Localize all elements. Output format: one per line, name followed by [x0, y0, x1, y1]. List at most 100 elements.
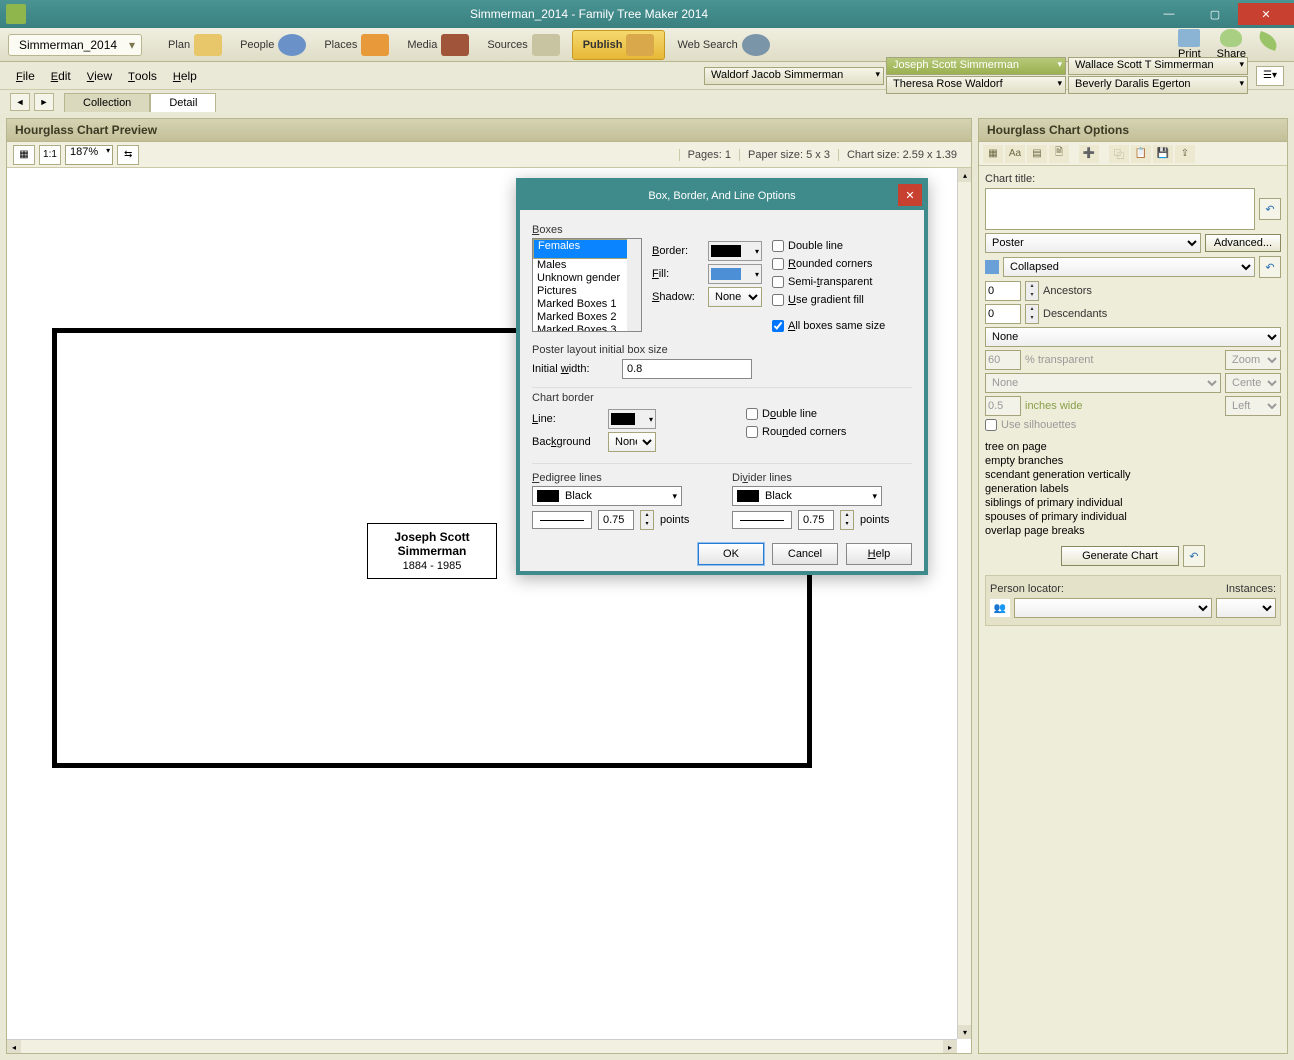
view-people[interactable]: People [234, 32, 312, 58]
maximize-button[interactable]: ▢ [1192, 3, 1238, 25]
pedigree-color[interactable]: Black▾ [532, 486, 682, 506]
opt-icon-copy[interactable]: ⿻ [1109, 145, 1129, 163]
undo-title-icon[interactable]: ↶ [1259, 198, 1281, 220]
opt-icon-layout[interactable]: ▦ [983, 145, 1003, 163]
tab-collection[interactable]: Collection [64, 93, 150, 112]
list-item[interactable]: Females [533, 239, 641, 259]
view-sources[interactable]: Sources [481, 32, 565, 58]
minimize-button[interactable]: — [1146, 3, 1192, 25]
settings-icon[interactable]: ⇆ [117, 145, 139, 165]
bg-select[interactable]: None [985, 327, 1281, 347]
view-places[interactable]: Places [318, 32, 395, 58]
chart-title-input[interactable] [985, 188, 1255, 230]
menu-help[interactable]: Help [167, 67, 203, 85]
menu-tools[interactable]: Tools [122, 67, 163, 85]
undo-generate-icon[interactable]: ↶ [1183, 545, 1205, 567]
cb-round-check[interactable] [746, 426, 758, 438]
list-item[interactable]: Marked Boxes 3 [533, 324, 641, 332]
person-focus[interactable]: Joseph Scott Simmerman [886, 57, 1066, 75]
opt-icon-add[interactable]: ➕ [1079, 145, 1099, 163]
divider-style[interactable] [732, 511, 792, 529]
descendants-spin[interactable]: ▴▾ [1025, 304, 1039, 324]
grad-check[interactable] [772, 294, 784, 306]
inches-input [985, 396, 1021, 416]
undo-collapse-icon[interactable]: ↶ [1259, 256, 1281, 278]
ancestors-input[interactable] [985, 281, 1021, 301]
print-button[interactable]: Print [1178, 29, 1201, 60]
list-item[interactable]: Unknown gender [533, 272, 641, 285]
border-color[interactable]: ▾ [708, 241, 762, 261]
divider-spin[interactable]: ▴▾ [840, 510, 854, 530]
iw-input[interactable] [622, 359, 752, 379]
options-title: Hourglass Chart Options [979, 119, 1287, 142]
round-check[interactable] [772, 258, 784, 270]
ancestors-spin[interactable]: ▴▾ [1025, 281, 1039, 301]
zoom-select[interactable]: 187% [65, 145, 113, 165]
locator-select[interactable] [1014, 598, 1212, 618]
locator-label: Person locator: [990, 583, 1064, 595]
menu-edit[interactable]: Edit [45, 67, 77, 85]
layout-select[interactable]: Poster [985, 233, 1201, 253]
instances-select[interactable] [1216, 598, 1276, 618]
share-button[interactable]: Share [1217, 29, 1246, 60]
pedigree-style[interactable] [532, 511, 592, 529]
collapsed-select[interactable]: Collapsed [1003, 257, 1255, 277]
box-type-list[interactable]: Females Males Unknown gender Pictures Ma… [532, 238, 642, 332]
pedigree-spin[interactable]: ▴▾ [640, 510, 654, 530]
chartsize-info: Chart size: 2.59 x 1.39 [838, 149, 965, 161]
semi-check[interactable] [772, 276, 784, 288]
actual-icon[interactable]: 1:1 [39, 145, 61, 165]
view-plan[interactable]: Plan [162, 32, 228, 58]
bg-select-dlg[interactable]: None [608, 432, 656, 452]
person-spouse2[interactable]: Beverly Daralis Egerton [1068, 76, 1248, 94]
view-publish[interactable]: Publish [572, 30, 666, 60]
cancel-button[interactable]: Cancel [772, 543, 838, 565]
divider-thick[interactable] [798, 510, 834, 530]
opt-icon-note[interactable]: 🗎 [1049, 145, 1069, 163]
tab-detail[interactable]: Detail [150, 93, 216, 112]
list-item[interactable]: Males [533, 259, 641, 272]
fill-color[interactable]: ▾ [708, 264, 762, 284]
dialog-close-button[interactable]: ✕ [898, 184, 922, 206]
ok-button[interactable]: OK [698, 543, 764, 565]
advanced-button[interactable]: Advanced... [1205, 234, 1281, 252]
list-item[interactable]: Marked Boxes 1 [533, 298, 641, 311]
divider-color[interactable]: Black▾ [732, 486, 882, 506]
tree-selector[interactable]: Simmerman_2014 [8, 34, 142, 56]
cb-dbl-check[interactable] [746, 408, 758, 420]
person-father[interactable]: Waldorf Jacob Simmerman [704, 67, 884, 85]
person-box[interactable]: Joseph Scott Simmerman 1884 - 1985 [367, 523, 497, 579]
list-scrollbar[interactable] [627, 239, 641, 331]
list-item[interactable]: Pictures [533, 285, 641, 298]
line-color[interactable]: ▾ [608, 409, 656, 429]
help-button[interactable]: Help [846, 543, 912, 565]
view-media[interactable]: Media [401, 32, 475, 58]
opt-icon-save[interactable]: 💾 [1153, 145, 1173, 163]
person-spouse1[interactable]: Wallace Scott T Simmerman [1068, 57, 1248, 75]
scrollbar-v[interactable]: ▴▾ [957, 168, 971, 1039]
menu-view[interactable]: View [81, 67, 118, 85]
shadow-select[interactable]: None [708, 287, 762, 307]
fit-icon[interactable]: ▦ [13, 145, 35, 165]
scrollbar-h[interactable]: ◂▸ [7, 1039, 957, 1053]
dbl-check[interactable] [772, 240, 784, 252]
opt-icon-paste[interactable]: 📋 [1131, 145, 1151, 163]
person-mother[interactable]: Theresa Rose Waldorf [886, 76, 1066, 94]
nav-back[interactable]: ◄ [10, 93, 30, 111]
generate-button[interactable]: Generate Chart [1061, 546, 1179, 566]
close-button[interactable]: ✕ [1238, 3, 1294, 25]
opt-icon-box[interactable]: ▤ [1027, 145, 1047, 163]
app-icon [6, 4, 26, 24]
list-item[interactable]: Marked Boxes 2 [533, 311, 641, 324]
opt-icon-font[interactable]: Aa [1005, 145, 1025, 163]
pedigree-thick[interactable] [598, 510, 634, 530]
opt-icon-export[interactable]: ⇪ [1175, 145, 1195, 163]
locator-icon[interactable]: 👥 [990, 599, 1010, 617]
same-check[interactable] [772, 320, 784, 332]
view-websearch[interactable]: Web Search [671, 32, 775, 58]
nav-fwd[interactable]: ► [34, 93, 54, 111]
index-icon[interactable]: ☰▾ [1256, 66, 1284, 86]
trans-input [985, 350, 1021, 370]
menu-file[interactable]: File [10, 67, 41, 85]
descendants-input[interactable] [985, 304, 1021, 324]
